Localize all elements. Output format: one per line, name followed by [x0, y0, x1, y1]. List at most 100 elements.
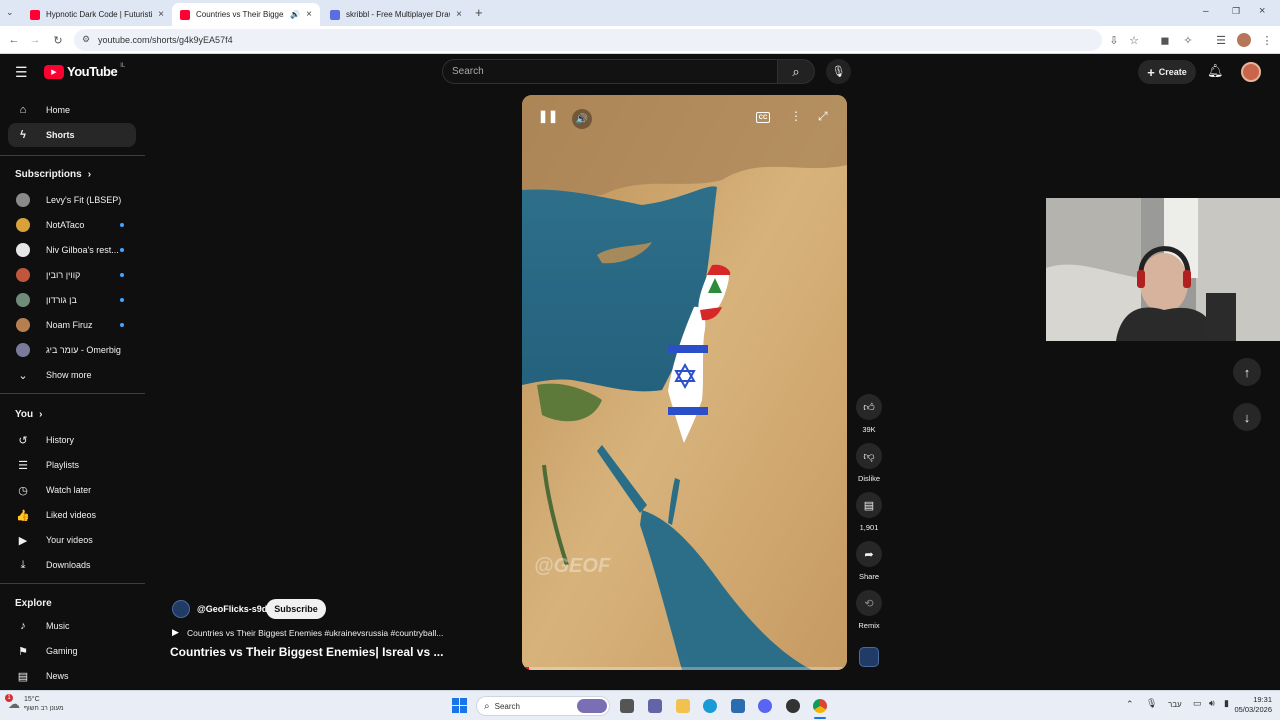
microphone-tray-icon[interactable]: 🎙︎	[1146, 698, 1157, 709]
like-button[interactable]: 👍︎	[856, 394, 882, 420]
sound-channel-avatar[interactable]	[859, 647, 879, 667]
notifications-bell-icon[interactable]: 🔔︎	[1207, 63, 1224, 79]
browser-tab-3[interactable]: skribbl - Free Multiplayer Drawi ×	[322, 3, 470, 26]
browser-tab-2[interactable]: Countries vs Their Biggest E 🔊 ×	[172, 3, 320, 26]
you-header[interactable]: You ›	[15, 409, 43, 420]
sidebar-item-your-videos[interactable]: ▶ Your videos	[8, 528, 136, 552]
bookmark-star-icon[interactable]: ☆	[1126, 32, 1142, 48]
sidebar-item-gaming[interactable]: ⚑ Gaming	[8, 639, 136, 663]
youtube-logo[interactable]: ▶ YouTube IL	[44, 63, 125, 79]
address-bar[interactable]: ⚙ youtube.com/shorts/g4k9yEA57f4	[74, 29, 1102, 51]
sidebar-item-downloads[interactable]: ⤓ Downloads	[8, 553, 136, 577]
sidebar-subscription-item[interactable]: Niv Gilboa's rest...	[8, 238, 136, 262]
channel-avatar	[16, 218, 30, 232]
dislike-button[interactable]: 👎︎	[856, 443, 882, 469]
install-app-icon[interactable]: ⇩	[1106, 32, 1122, 48]
chrome-icon[interactable]	[813, 699, 827, 713]
restore-window-icon[interactable]: ❐	[1232, 6, 1240, 17]
speaker-icon[interactable]: 🔊	[290, 10, 300, 19]
reload-icon[interactable]: ↻	[50, 32, 66, 48]
extensions-puzzle-icon[interactable]: ✧	[1180, 32, 1196, 48]
video-progress-track[interactable]	[522, 667, 847, 670]
volume-button[interactable]: 🔊	[572, 109, 592, 129]
previous-short-button[interactable]: ↑	[1233, 358, 1261, 386]
close-tab-icon[interactable]: ×	[158, 9, 164, 20]
taskbar-search-box[interactable]: ⌕ Search	[476, 696, 610, 716]
voice-search-button[interactable]: 🎙	[826, 59, 851, 84]
create-button[interactable]: + Create	[1138, 60, 1196, 84]
more-options-icon[interactable]: ⋮	[790, 109, 802, 123]
sidebar-subscription-item[interactable]: NotATaco	[8, 213, 136, 237]
back-icon[interactable]: ←	[6, 32, 22, 48]
app-icon[interactable]	[786, 699, 800, 713]
sidebar-item-playlists[interactable]: ☰ Playlists	[8, 453, 136, 477]
close-window-icon[interactable]: ×	[1259, 5, 1265, 17]
shorts-video-player[interactable]: @GEOF ❚❚ 🔊 CC ⋮ ⤢	[522, 95, 847, 670]
search-icon: ⌕	[792, 63, 800, 79]
close-tab-icon[interactable]: ×	[456, 9, 462, 20]
profile-avatar[interactable]	[1237, 33, 1251, 47]
new-content-dot	[120, 298, 124, 302]
language-indicator[interactable]: עבר	[1168, 700, 1182, 709]
minimize-window-icon[interactable]: –	[1203, 6, 1209, 17]
tab-title: Hypnotic Dark Code | Futuristic	[46, 10, 153, 19]
weather-widget[interactable]: ☁ 1 15°C מעונן רב חשוף	[5, 694, 64, 713]
sidebar-subscription-item[interactable]: קווין רובין	[8, 263, 136, 287]
clock[interactable]: 19:31 05/03/2026	[1224, 695, 1272, 715]
sidebar-subscription-item[interactable]: בן גורדון	[8, 288, 136, 312]
show-more-button[interactable]: ⌄ Show more	[8, 363, 136, 387]
tray-overflow-icon[interactable]: ⌃	[1126, 699, 1134, 710]
sidebar-item-home[interactable]: ⌂ Home	[8, 98, 136, 122]
channel-name[interactable]: @GeoFlicks-s9d	[197, 604, 267, 614]
close-tab-icon[interactable]: ×	[306, 9, 312, 20]
volume-tray-icon[interactable]: 🔊︎	[1209, 698, 1215, 709]
sidebar-item-shorts[interactable]: ϟ Shorts	[8, 123, 136, 147]
sidebar-subscription-item[interactable]: Levy's Fit (LBSEP)	[8, 188, 136, 212]
subscribe-button[interactable]: Subscribe	[266, 599, 326, 619]
captions-button[interactable]: CC	[756, 112, 770, 123]
subscription-name: Noam Firuz	[46, 320, 93, 330]
share-button[interactable]: ➦	[856, 541, 882, 567]
search-input[interactable]: Search	[442, 59, 778, 84]
sidebar-subscription-item[interactable]: עומר ביג - Omerbig	[8, 338, 136, 362]
browser-tab-1[interactable]: Hypnotic Dark Code | Futuristic ×	[22, 3, 172, 26]
fullscreen-icon[interactable]: ⤢	[818, 109, 828, 124]
tab-search-button[interactable]: ⌄	[6, 7, 14, 18]
account-avatar[interactable]	[1241, 62, 1261, 82]
sidebar-item-news[interactable]: ▤ News	[8, 664, 136, 688]
teams-icon[interactable]	[648, 699, 662, 713]
short-title[interactable]: Countries vs Their Biggest Enemies| Isre…	[170, 645, 443, 659]
new-tab-button[interactable]: +	[475, 5, 483, 20]
sidebar-item-history[interactable]: ↺ History	[8, 428, 136, 452]
remix-button[interactable]: ⟲	[856, 590, 882, 616]
download-icon: ⤓	[20, 558, 26, 571]
next-short-button[interactable]: ↓	[1233, 403, 1261, 431]
network-icon[interactable]: ▭	[1193, 698, 1202, 709]
sidebar-item-liked-videos[interactable]: 👍 Liked videos	[8, 503, 136, 527]
plus-icon: +	[1147, 64, 1155, 80]
sidebar-item-music[interactable]: ♪ Music	[8, 614, 136, 638]
pause-button[interactable]: ❚❚	[538, 109, 558, 129]
store-icon[interactable]	[731, 699, 745, 713]
task-view-icon[interactable]	[620, 699, 634, 713]
browser-menu-icon[interactable]: ⋮	[1259, 32, 1275, 48]
comments-button[interactable]: ▤	[856, 492, 882, 518]
search-highlight-icon	[577, 699, 607, 713]
subscriptions-header[interactable]: Subscriptions ›	[15, 169, 91, 180]
sidebar-item-watch-later[interactable]: ◷ Watch later	[8, 478, 136, 502]
extension-icon[interactable]: ◼	[1157, 32, 1173, 48]
site-info-icon[interactable]: ⚙	[82, 34, 90, 45]
subscription-name: Levy's Fit (LBSEP)	[46, 195, 122, 205]
share-arrow-icon: ➦	[864, 548, 874, 561]
start-button[interactable]	[452, 698, 467, 713]
short-hashtags[interactable]: Countries vs Their Biggest Enemies #ukra…	[187, 628, 443, 638]
sidebar-subscription-item[interactable]: Noam Firuz	[8, 313, 136, 337]
edge-icon[interactable]	[703, 699, 717, 713]
discord-icon[interactable]	[758, 699, 772, 713]
search-button[interactable]: ⌕	[777, 59, 815, 84]
file-explorer-icon[interactable]	[676, 699, 690, 713]
forward-icon[interactable]: →	[27, 32, 43, 48]
reading-list-icon[interactable]: ☰	[1213, 32, 1229, 48]
guide-menu-icon[interactable]: ☰	[15, 64, 28, 81]
channel-avatar[interactable]	[172, 600, 190, 618]
